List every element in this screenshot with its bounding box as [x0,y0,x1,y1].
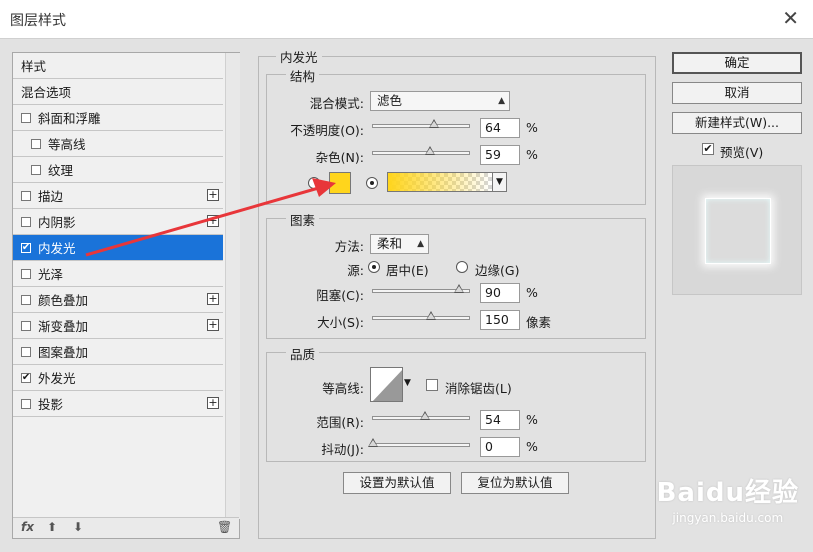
annotation-arrow-shaft [85,185,323,257]
watermark-brand: Baidu经验 [656,478,799,508]
annotation-arrow-head [312,178,336,197]
annotation-arrow [85,178,336,257]
watermark-url: jingyan.baidu.com [672,511,784,525]
baidu-watermark: Baidu经验 jingyan.baidu.com [657,472,799,525]
